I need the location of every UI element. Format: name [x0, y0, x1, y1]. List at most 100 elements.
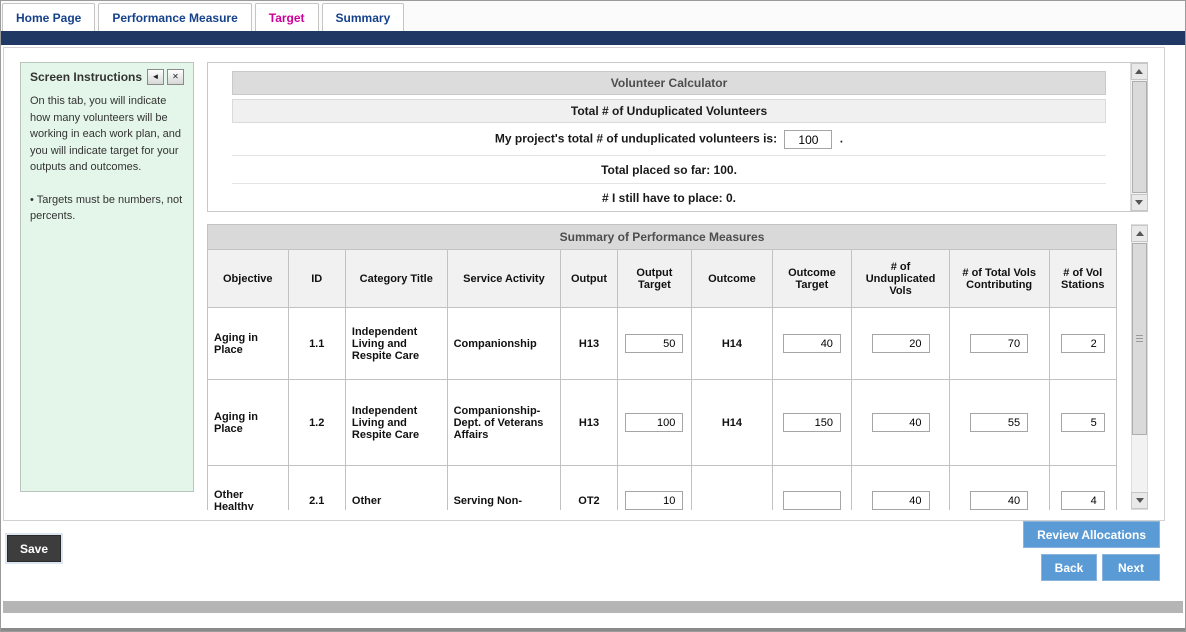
table-row: Other Healthy 2.1 Other Serving Non- OT2: [208, 466, 1117, 511]
cell-outcome: [692, 466, 773, 511]
cell-unduplicated-vols: [852, 380, 950, 466]
tab-summary[interactable]: Summary: [322, 3, 405, 31]
up-arrow-icon: [1135, 69, 1143, 74]
scroll-down-button[interactable]: [1131, 492, 1148, 509]
review-allocations-button[interactable]: Review Allocations: [1023, 521, 1160, 548]
up-arrow-icon: [1136, 231, 1144, 236]
cell-output-target: [617, 380, 691, 466]
cell-output-target: [617, 466, 691, 511]
cell-category-title: Independent Living and Respite Care: [345, 308, 447, 380]
table-header-row: Objective ID Category Title Service Acti…: [208, 250, 1117, 308]
calculator-scrollbar[interactable]: [1130, 63, 1147, 211]
next-button[interactable]: Next: [1102, 554, 1160, 581]
scroll-down-button[interactable]: [1131, 194, 1148, 211]
thumb-grip-icon: [1136, 335, 1143, 343]
tab-bar: Home Page Performance Measure Target Sum…: [1, 1, 1185, 31]
panel-close-button[interactable]: ✕: [167, 69, 184, 85]
cell-unduplicated-vols: [852, 466, 950, 511]
cell-outcome: H14: [692, 308, 773, 380]
column-header-output: Output: [561, 250, 617, 308]
cell-objective: Other Healthy: [208, 466, 289, 511]
vol-stations-input[interactable]: [1061, 413, 1105, 432]
cell-objective: Aging in Place: [208, 380, 289, 466]
column-header-service-activity: Service Activity: [447, 250, 561, 308]
output-target-input[interactable]: [625, 413, 683, 432]
cell-vol-stations: [1049, 466, 1117, 511]
unduplicated-vols-input[interactable]: [872, 491, 930, 510]
calculator-title: Volunteer Calculator: [232, 71, 1106, 95]
cell-objective: Aging in Place: [208, 308, 289, 380]
calculator-subtitle: Total # of Unduplicated Volunteers: [232, 99, 1106, 123]
tab-performance-measure[interactable]: Performance Measure: [98, 3, 251, 31]
performance-measures-table-wrap: Summary of Performance Measures Objectiv…: [207, 224, 1117, 510]
performance-measures-table: Objective ID Category Title Service Acti…: [207, 249, 1117, 510]
cell-total-vols-contributing: [949, 308, 1049, 380]
down-arrow-icon: [1135, 200, 1143, 205]
scroll-up-button[interactable]: [1131, 63, 1148, 80]
cell-service-activity: Companionship: [447, 308, 561, 380]
left-arrow-icon: ◄: [152, 72, 160, 81]
outcome-target-input[interactable]: [783, 491, 841, 510]
column-header-category-title: Category Title: [345, 250, 447, 308]
cell-output: H13: [561, 308, 617, 380]
panel-collapse-button[interactable]: ◄: [147, 69, 164, 85]
volunteer-calculator: Volunteer Calculator Total # of Unduplic…: [207, 62, 1148, 212]
screen-instructions-title: Screen Instructions: [30, 70, 144, 84]
screen-instructions-header: Screen Instructions ◄ ✕: [30, 69, 184, 85]
column-header-objective: Objective: [208, 250, 289, 308]
column-header-outcome-target: Outcome Target: [772, 250, 852, 308]
outcome-target-input[interactable]: [783, 413, 841, 432]
cell-output: H13: [561, 380, 617, 466]
scrollbar-thumb[interactable]: [1132, 243, 1147, 435]
still-to-place-text: # I still have to place: 0.: [232, 184, 1106, 211]
vol-stations-input[interactable]: [1061, 491, 1105, 510]
save-button[interactable]: Save: [7, 535, 61, 562]
footer-bar: [3, 601, 1183, 613]
instructions-note: • Targets must be numbers, not percents.: [30, 192, 184, 225]
total-vols-contributing-input[interactable]: [970, 491, 1028, 510]
column-header-id: ID: [288, 250, 345, 308]
unduplicated-volunteers-input[interactable]: [784, 130, 832, 149]
unduplicated-vols-input[interactable]: [872, 334, 930, 353]
action-button-area: Save Review Allocations Back Next: [1, 521, 1185, 601]
scrollbar-thumb[interactable]: [1132, 81, 1147, 193]
table-row: Aging in Place 1.2 Independent Living an…: [208, 380, 1117, 466]
scroll-up-button[interactable]: [1131, 225, 1148, 242]
volunteer-calculator-content: Volunteer Calculator Total # of Unduplic…: [208, 63, 1130, 211]
cell-outcome-target: [772, 380, 852, 466]
unduplicated-vols-input[interactable]: [872, 413, 930, 432]
header-bar: [1, 31, 1185, 45]
cell-service-activity: Serving Non-: [447, 466, 561, 511]
unduplicated-volunteers-label: My project's total # of unduplicated vol…: [495, 132, 777, 146]
outcome-target-input[interactable]: [783, 334, 841, 353]
vol-stations-input[interactable]: [1061, 334, 1105, 353]
total-vols-contributing-input[interactable]: [970, 334, 1028, 353]
column-header-output-target: Output Target: [617, 250, 691, 308]
output-target-input[interactable]: [625, 491, 683, 510]
cell-unduplicated-vols: [852, 308, 950, 380]
cell-id: 1.2: [288, 380, 345, 466]
output-target-input[interactable]: [625, 334, 683, 353]
total-vols-contributing-input[interactable]: [970, 413, 1028, 432]
cell-id: 1.1: [288, 308, 345, 380]
cell-vol-stations: [1049, 380, 1117, 466]
table-scrollbar[interactable]: [1131, 224, 1148, 510]
tab-home-page[interactable]: Home Page: [2, 3, 95, 31]
cell-outcome-target: [772, 466, 852, 511]
column-header-unduplicated-vols: # of Unduplicated Vols: [852, 250, 950, 308]
cell-outcome-target: [772, 308, 852, 380]
cell-category-title: Other: [345, 466, 447, 511]
cell-id: 2.1: [288, 466, 345, 511]
instructions-paragraph: On this tab, you will indicate how many …: [30, 93, 184, 176]
performance-measures-section: Summary of Performance Measures Objectiv…: [207, 224, 1148, 510]
total-placed-text: Total placed so far: 100.: [232, 156, 1106, 184]
application-window: Home Page Performance Measure Target Sum…: [0, 0, 1186, 632]
cell-service-activity: Companionship-Dept. of Veterans Affairs: [447, 380, 561, 466]
down-arrow-icon: [1136, 498, 1144, 503]
cell-output-target: [617, 308, 691, 380]
tab-target[interactable]: Target: [255, 3, 319, 31]
unduplicated-volunteers-row: My project's total # of unduplicated vol…: [232, 123, 1106, 156]
cell-vol-stations: [1049, 308, 1117, 380]
screen-instructions-panel: Screen Instructions ◄ ✕ On this tab, you…: [20, 62, 194, 492]
back-button[interactable]: Back: [1041, 554, 1097, 581]
